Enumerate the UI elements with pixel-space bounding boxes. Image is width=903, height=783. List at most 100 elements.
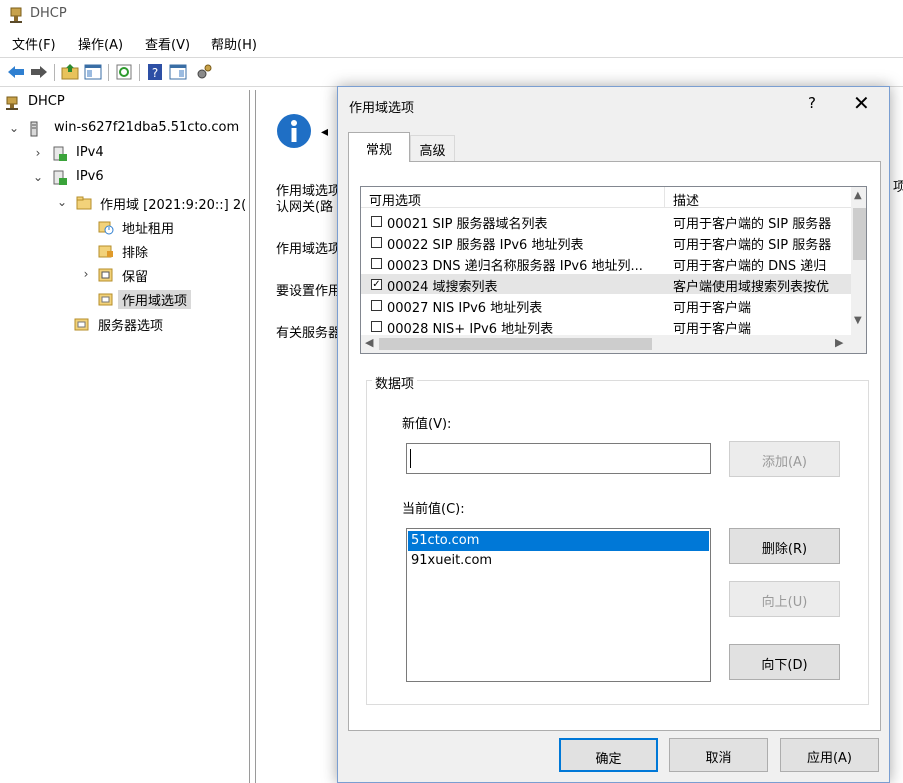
tree-label: 作用域选项 [118,290,192,309]
tree-node-server-options[interactable]: 服务器选项 [74,314,234,334]
ok-button[interactable]: 确定 [559,738,658,772]
tree-node-ipv6[interactable]: ⌄ IPv6 [32,168,232,188]
close-icon[interactable]: ✕ [853,91,870,115]
scroll-left-arrow-icon[interactable]: ◀ [365,336,373,349]
scroll-right-arrow-icon[interactable]: ▶ [835,336,843,349]
svg-text:?: ? [152,66,158,80]
scrollbar-corner [851,335,866,353]
column-divider[interactable] [664,187,665,208]
dialog-title: 作用域选项 [349,101,415,116]
tree-node-scope-options[interactable]: 作用域选项 [98,289,248,309]
list-item-selected[interactable]: ✓ 00024 域搜索列表 客户端使用域搜索列表按优 [361,274,851,294]
back-arrow-icon[interactable] [6,62,26,82]
option-checkbox[interactable] [371,237,382,248]
vertical-scrollbar[interactable]: ▲ ▼ [851,187,866,335]
toolbar: ? [0,57,903,87]
scroll-thumb[interactable] [379,338,652,350]
group-label-data-entry: 数据项 [372,373,418,392]
show-hide-action-pane-icon[interactable] [168,62,188,82]
move-up-button[interactable]: 向上(U) [729,581,840,617]
list-item[interactable]: 00028 NIS+ IPv6 地址列表 可用于客户端 [361,316,851,336]
dhcp-app-icon [10,7,22,23]
chevron-down-icon[interactable]: ⌄ [56,195,68,209]
tree-label: 排除 [122,246,149,261]
tree-node-scope[interactable]: ⌄ 作用域 [2021:9:20::] 2( [56,193,249,213]
list-item[interactable]: 91xueit.com [408,551,709,571]
scroll-up-arrow-icon[interactable]: ▲ [854,190,862,201]
option-checkbox[interactable] [371,321,382,332]
toolbar-separator [54,64,55,81]
option-checkbox-checked[interactable]: ✓ [371,279,382,290]
tree-label: 作用域 [2021:9:20::] 2( [100,198,247,213]
exclusion-icon [98,245,113,258]
list-item-selected[interactable]: 51cto.com [408,531,709,551]
chevron-right-icon[interactable]: › [80,267,92,281]
folder-icon [76,196,92,210]
current-values-list[interactable]: 51cto.com 91xueit.com [406,528,711,682]
option-name: 00021 SIP 服务器域名列表 [387,217,548,231]
tree-label: 服务器选项 [98,319,164,334]
option-checkbox[interactable] [371,216,382,227]
option-description: 可用于客户端 [673,322,752,336]
chevron-right-icon[interactable]: › [32,146,44,160]
tree-node-ipv4[interactable]: › IPv4 [32,144,232,164]
help-button[interactable]: ? [808,94,816,112]
option-checkbox[interactable] [371,258,382,269]
add-button[interactable]: 添加(A) [729,441,840,477]
up-folder-icon[interactable] [60,62,80,82]
apply-button[interactable]: 应用(A) [780,738,879,772]
menu-view[interactable]: 查看(V) [145,34,190,53]
tree-node-reservations[interactable]: › 保留 [80,265,240,285]
chevron-down-icon[interactable]: ⌄ [32,170,44,184]
ipv6-icon [53,170,67,185]
list-item[interactable]: 00021 SIP 服务器域名列表 可用于客户端的 SIP 服务器 [361,211,851,231]
tree-label: 保留 [122,270,149,285]
refresh-icon[interactable] [114,62,134,82]
forward-arrow-icon[interactable] [29,62,49,82]
list-item[interactable]: 00023 DNS 递归名称服务器 IPv6 地址列... 可用于客户端的 DN… [361,253,851,273]
chevron-down-icon[interactable]: ⌄ [8,121,20,135]
list-item[interactable]: 00027 NIS IPv6 地址列表 可用于客户端 [361,295,851,315]
cancel-button[interactable]: 取消 [669,738,768,772]
new-value-label: 新值(V): [402,417,452,432]
info-bullet: ◂ [321,124,329,140]
delete-button[interactable]: 删除(R) [729,528,840,564]
tab-advanced[interactable]: 高级 [410,135,455,163]
tab-general[interactable]: 常规 [348,132,410,162]
horizontal-scrollbar[interactable]: ◀ ▶ [361,335,851,353]
help-book-icon[interactable]: ? [145,62,165,82]
tree-node-dhcp[interactable]: DHCP [4,93,244,113]
menu-help[interactable]: 帮助(H) [211,34,257,53]
scroll-down-arrow-icon[interactable]: ▼ [854,315,862,326]
option-description: 可用于客户端的 DNS 递归 [673,259,827,273]
option-name: 00028 NIS+ IPv6 地址列表 [387,322,554,336]
tree-node-server[interactable]: ⌄ win-s627f21dba5.51cto.com [8,119,249,139]
tree-node-exclusions[interactable]: 排除 [98,241,248,261]
move-down-button[interactable]: 向下(D) [729,644,840,680]
menu-action[interactable]: 操作(A) [78,34,123,53]
column-header-description[interactable]: 描述 [673,190,699,209]
option-name: 00023 DNS 递归名称服务器 IPv6 地址列... [387,259,643,273]
option-name: 00022 SIP 服务器 IPv6 地址列表 [387,238,584,252]
scroll-thumb[interactable] [853,208,866,260]
info-edge-char: 项 [893,180,903,195]
info-line-4: 要设置作用 [276,284,342,299]
window-title: DHCP [30,6,67,21]
console-tree: DHCP ⌄ win-s627f21dba5.51cto.com › IPv4 … [0,90,250,783]
current-value-label: 当前值(C): [402,502,465,517]
title-bar: DHCP [0,0,903,30]
properties-gear-icon[interactable] [194,62,214,82]
new-value-input[interactable] [406,443,711,474]
info-line-5: 有关服务器 [276,326,342,341]
list-item[interactable]: 00022 SIP 服务器 IPv6 地址列表 可用于客户端的 SIP 服务器 [361,232,851,252]
option-description: 可用于客户端的 SIP 服务器 [673,217,832,231]
option-checkbox[interactable] [371,300,382,311]
server-options-icon [74,318,89,331]
column-header-available-options[interactable]: 可用选项 [369,190,421,209]
reservation-icon [98,268,113,282]
menu-file[interactable]: 文件(F) [12,34,56,53]
tree-label: DHCP [28,94,65,109]
available-options-list[interactable]: 可用选项 描述 00021 SIP 服务器域名列表 可用于客户端的 SIP 服务… [360,186,867,354]
show-hide-tree-icon[interactable] [83,62,103,82]
tree-node-leases[interactable]: 地址租用 [98,217,248,237]
